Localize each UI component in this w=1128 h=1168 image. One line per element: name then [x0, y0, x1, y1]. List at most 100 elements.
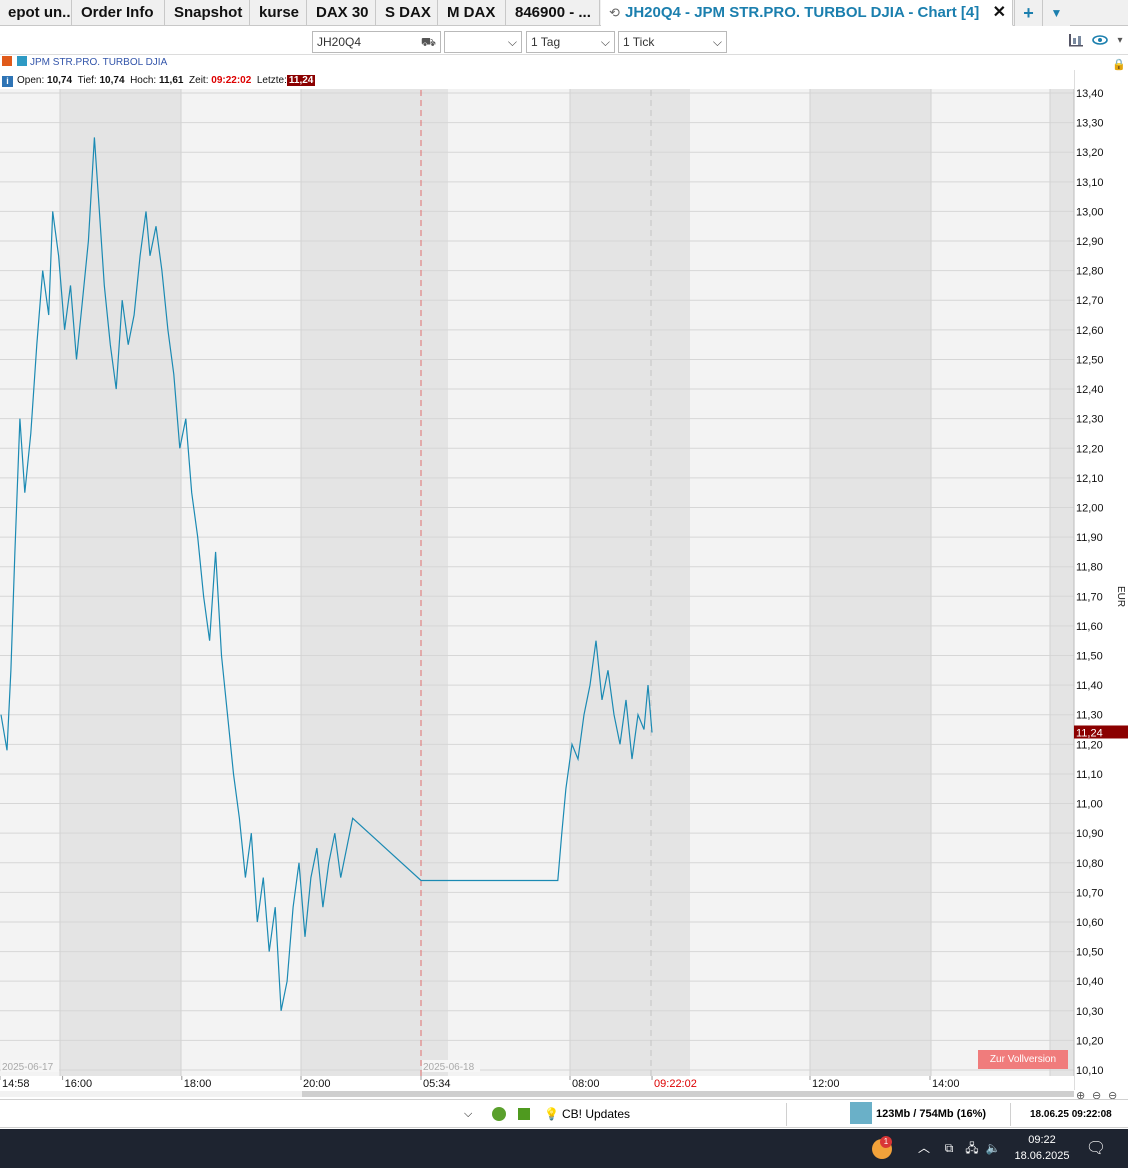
session-band: [60, 70, 181, 1076]
session-band: [1050, 70, 1074, 1076]
chart-type-select[interactable]: ⌵: [444, 31, 522, 53]
y-tick-label: 10,70: [1076, 887, 1104, 899]
cb-updates-link[interactable]: CB! Updates: [562, 1100, 630, 1129]
high-label: Hoch:: [130, 75, 157, 86]
tab-label: DAX 30: [316, 4, 369, 21]
session-band: [301, 70, 421, 1076]
notifications-icon[interactable]: 🗨: [1084, 1129, 1108, 1168]
y-tick-label: 13,10: [1076, 177, 1104, 189]
windows-taskbar: 1 ︿ ⧉ 🖧 🔈 09:22 18.06.2025 🗨: [0, 1129, 1128, 1168]
y-tick-label: 10,30: [1076, 1006, 1104, 1018]
period-select[interactable]: 1 Tag ⌵: [526, 31, 615, 53]
low-value: 10,74: [99, 75, 125, 86]
y-tick-label: 12,30: [1076, 414, 1104, 426]
open-label: Open:: [17, 75, 45, 86]
add-tab-button[interactable]: +: [1014, 0, 1042, 26]
y-tick-label: 13,00: [1076, 206, 1104, 218]
close-tab-icon[interactable]: ✕: [993, 0, 1006, 25]
symbol-lookup-icon[interactable]: ⛟: [421, 32, 436, 52]
y-tick-label: 12,70: [1076, 295, 1104, 307]
tab-order-info[interactable]: Order Info: [73, 0, 165, 26]
connection-status-icon: [492, 1100, 506, 1129]
y-tick-label: 12,20: [1076, 443, 1104, 455]
chart-session-bands: [0, 70, 1074, 1076]
lock-icon[interactable]: 🔒: [1112, 58, 1126, 71]
tab-label: M DAX: [447, 4, 496, 21]
chart-legend[interactable]: JPM STR.PRO. TURBOL DJIA: [2, 56, 167, 70]
meet-icon[interactable]: ⧉: [940, 1129, 958, 1168]
x-tick-label: 08:00: [572, 1078, 600, 1090]
y-tick-label: 10,80: [1076, 858, 1104, 870]
interval-value: 1 Tick: [623, 35, 655, 49]
y-tick-label: 11,40: [1076, 680, 1103, 692]
tab-label: S DAX: [385, 4, 431, 21]
chevron-down-icon: ⌵: [712, 35, 722, 49]
chart-settings-icon[interactable]: [1066, 32, 1086, 50]
date-label: 2025-06-18: [423, 1062, 475, 1073]
clock-time: 09:22: [1028, 1134, 1056, 1146]
x-tick-label: 16:00: [65, 1078, 93, 1090]
y-tick-label: 11,00: [1076, 799, 1103, 811]
quote-info-row: i Open: 10,74 Tief: 10,74 Hoch: 11,61 Zei…: [2, 74, 316, 88]
chevron-down-icon[interactable]: ⌵: [464, 1100, 472, 1129]
y-tick-label: 10,90: [1076, 828, 1104, 840]
tab-chart-active[interactable]: ⟲ JH20Q4 - JPM STR.PRO. TURBOL DJIA - Cha…: [601, 0, 1013, 26]
x-tick-label: 14:58: [2, 1078, 30, 1090]
tab-s-dax[interactable]: S DAX: [377, 0, 438, 26]
chevron-down-icon[interactable]: ▾: [1110, 32, 1128, 50]
y-tick-label: 12,00: [1076, 502, 1104, 514]
taskbar-clock[interactable]: 09:22 18.06.2025: [1002, 1132, 1082, 1164]
chart-scrollbar[interactable]: [0, 1091, 1074, 1097]
tab-menu-button[interactable]: ▼: [1042, 0, 1070, 26]
symbol-value: JH20Q4: [317, 35, 362, 49]
chevron-down-icon: ⌵: [600, 35, 610, 49]
price-chart[interactable]: 13,40 13,30 13,20 13,10 13,00 12,90 12,80 12,70…: [0, 55, 1128, 1091]
legend-series-name: JPM STR.PRO. TURBOL DJIA: [30, 57, 168, 68]
info-icon[interactable]: i: [2, 76, 13, 87]
date-label: 2025-06-17: [2, 1062, 54, 1073]
x-axis-background: [0, 1076, 1074, 1090]
y-tick-label: 11,20: [1076, 739, 1103, 751]
memory-text: 123Mb / 754Mb (16%): [876, 1108, 987, 1120]
y-tick-label: 11,30: [1076, 710, 1103, 722]
data-status-icon: [518, 1100, 530, 1129]
instrument-color-icon: [2, 56, 12, 66]
y-tick-label: 10,10: [1076, 1065, 1104, 1077]
notification-badge: 1: [880, 1136, 892, 1148]
network-icon[interactable]: 🖧: [962, 1129, 982, 1168]
lightbulb-icon: 💡: [544, 1107, 559, 1121]
interval-select[interactable]: 1 Tick ⌵: [618, 31, 727, 53]
chart-toolbar: JH20Q4 ⛟ ⌵ 1 Tag ⌵ 1 Tick ⌵ ▾: [0, 27, 1128, 55]
symbol-input[interactable]: JH20Q4 ⛟: [312, 31, 441, 53]
tab-dax-30[interactable]: DAX 30: [308, 0, 376, 26]
time-value: 09:22:02: [211, 75, 252, 86]
status-datetime: 18.06.25 09:22:08: [1030, 1109, 1112, 1120]
high-value: 11,61: [158, 75, 184, 86]
tab-depot[interactable]: epot un...: [0, 0, 72, 26]
tray-expand-icon[interactable]: ︿: [916, 1129, 932, 1168]
x-tick-label: 14:00: [932, 1078, 960, 1090]
last-label: Letzte:: [256, 75, 287, 86]
open-value: 10,74: [47, 75, 73, 86]
tab-label: JH20Q4 - JPM STR.PRO. TURBOL DJIA - Char…: [625, 4, 980, 21]
scrollbar-thumb[interactable]: [302, 1091, 1074, 1097]
full-version-button[interactable]: Zur Vollversion: [978, 1050, 1068, 1069]
y-tick-label: 12,80: [1076, 266, 1104, 278]
tab-label: epot un...: [8, 4, 72, 21]
memory-icon: [850, 1102, 872, 1124]
tab-846900[interactable]: 846900 - ...: [507, 0, 600, 26]
tab-label: Snapshot: [174, 4, 243, 21]
tab-label: Order Info: [81, 4, 154, 21]
eye-icon[interactable]: [1090, 32, 1110, 50]
tab-m-dax[interactable]: M DAX: [439, 0, 506, 26]
x-tick-label: 05:34: [423, 1078, 451, 1090]
y-tick-label: 11,80: [1076, 562, 1103, 574]
volume-icon[interactable]: 🔈: [984, 1129, 1002, 1168]
tab-snapshot[interactable]: Snapshot: [166, 0, 250, 26]
y-tick-label: 11,10: [1076, 769, 1103, 781]
tab-kurse[interactable]: kurse: [251, 0, 307, 26]
y-tick-label: 11,90: [1076, 532, 1103, 544]
y-tick-label: 11,70: [1076, 591, 1103, 603]
y-tick-label: 10,40: [1076, 976, 1104, 988]
y-tick-label: 12,90: [1076, 236, 1104, 248]
